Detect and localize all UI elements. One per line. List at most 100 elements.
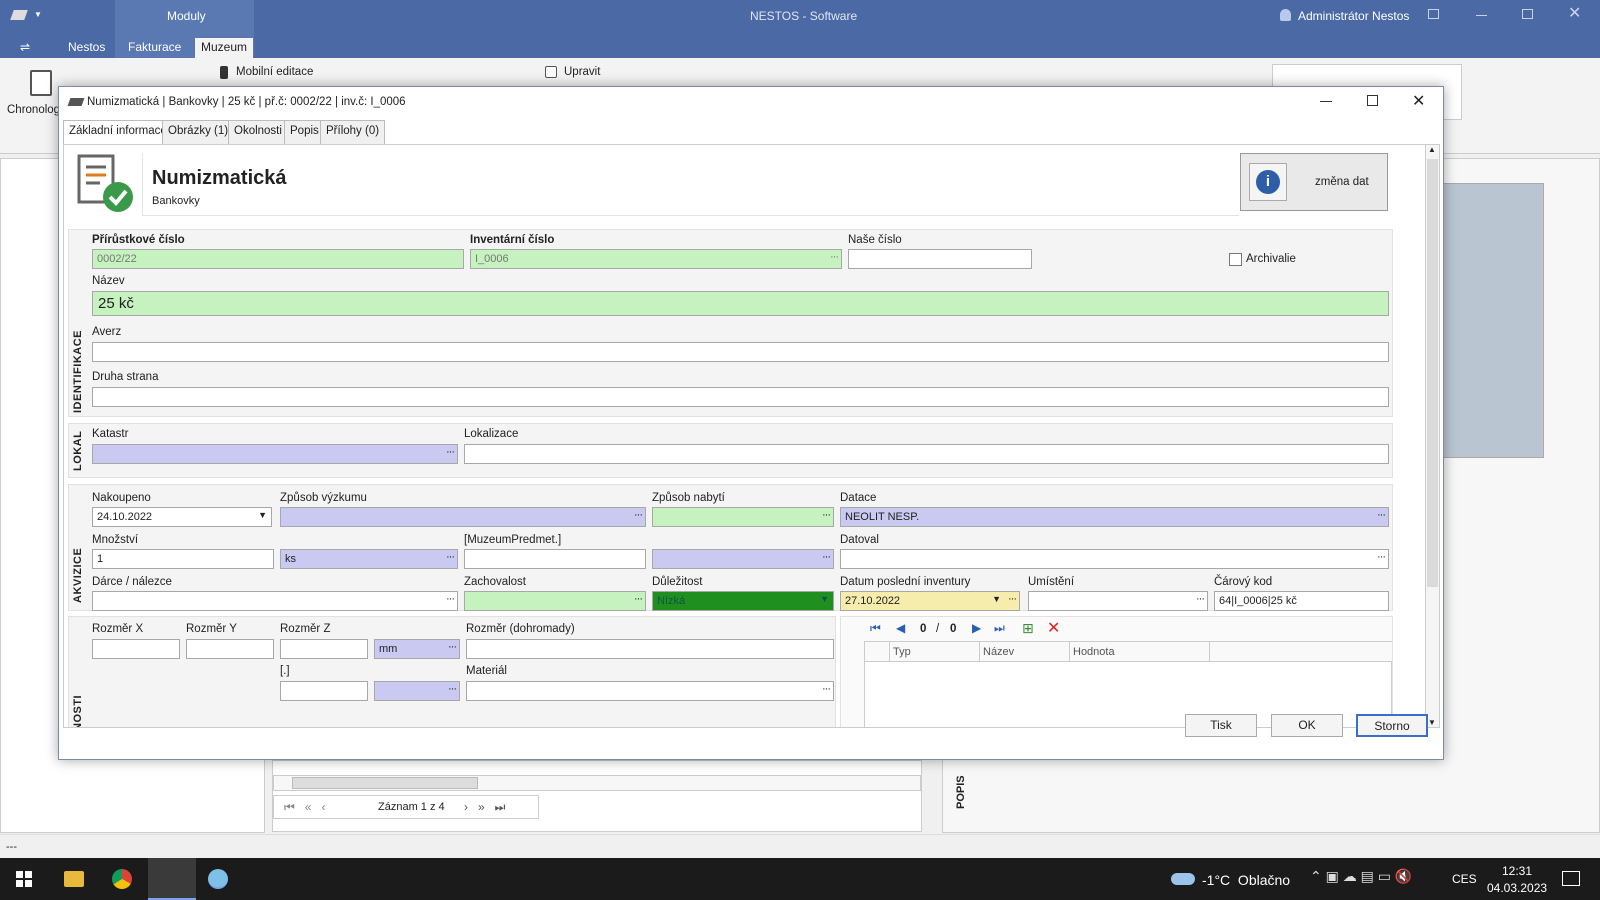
muzeum-predmet-lookup[interactable]: ···	[652, 549, 834, 569]
dulezitost-field[interactable]: Nízká ▼	[652, 591, 834, 611]
first-icon[interactable]: ⏮	[870, 621, 881, 636]
scroll-up-icon[interactable]: ▲	[1428, 145, 1436, 154]
storno-button[interactable]: Storno	[1356, 714, 1428, 737]
first-record-icon[interactable]: ⏮ « ‹	[284, 800, 325, 815]
ellipsis-icon[interactable]: ···	[446, 551, 455, 563]
ellipsis-icon[interactable]: ···	[1377, 551, 1386, 563]
image-preview[interactable]	[1442, 183, 1544, 458]
lokalizace-field[interactable]	[464, 444, 1389, 464]
dialog-minimize-button[interactable]	[1320, 101, 1332, 102]
language-indicator[interactable]: CES	[1452, 872, 1477, 886]
carovy-kod-field[interactable]: 64|I_0006|25 kč	[1214, 591, 1389, 611]
scrollbar-thumb[interactable]	[1427, 159, 1438, 587]
inventarni-field[interactable]: I_0006 ···	[470, 249, 842, 269]
tab-muzeum[interactable]: Muzeum	[195, 38, 254, 58]
zachovalost-field[interactable]: ···	[464, 591, 646, 611]
dropdown-arrow-icon[interactable]: ▼	[992, 594, 1001, 604]
ellipsis-icon[interactable]: ···	[822, 509, 831, 521]
restore-icon[interactable]	[1428, 9, 1439, 19]
close-button[interactable]: ✕	[1568, 3, 1581, 23]
zpusob-nabyti-field[interactable]: ···	[652, 507, 834, 527]
ellipsis-icon[interactable]: ···	[448, 683, 457, 695]
katastr-field[interactable]: ···	[92, 444, 458, 464]
ellipsis-icon[interactable]: ···	[448, 641, 457, 653]
dropdown-arrow-icon[interactable]: ▼	[820, 594, 829, 604]
minimize-button[interactable]	[1476, 15, 1487, 16]
user-name[interactable]: Administrátor Nestos	[1298, 9, 1409, 23]
chronolog-icon[interactable]	[30, 70, 52, 96]
upravit-button[interactable]: Upravit	[564, 66, 600, 78]
rozmer-z-field[interactable]	[280, 639, 368, 659]
tisk-button[interactable]: Tisk	[1185, 714, 1257, 737]
prirustkove-field[interactable]: 0002/22	[92, 249, 464, 269]
jednotka-field[interactable]: ks ···	[280, 549, 458, 569]
ellipsis-icon[interactable]: ···	[1196, 593, 1205, 605]
record-list[interactable]: ⏮ « ‹ Záznam 1 z 4 › » ⏭	[272, 760, 922, 832]
scroll-down-icon[interactable]: ▼	[1428, 718, 1436, 727]
delete-row-icon[interactable]: ✕	[1047, 618, 1060, 638]
ellipsis-icon[interactable]: ···	[446, 593, 455, 605]
rozmer-jednotka-field[interactable]: mm ···	[374, 639, 460, 659]
averz-field[interactable]	[92, 342, 1389, 362]
chronolog-label[interactable]: Chronolog	[7, 104, 60, 116]
chevron-down-icon[interactable]: ▼	[34, 10, 42, 19]
last-record-icon[interactable]: › » ⏭	[464, 800, 505, 815]
col-nazev[interactable]: Název	[983, 646, 1014, 658]
prev-icon[interactable]: ◀	[896, 621, 905, 635]
tray-icons[interactable]: ⌃ ▣ ☁ ▤ ▭ 🔇	[1310, 868, 1412, 885]
ellipsis-icon[interactable]: ···	[1377, 509, 1386, 521]
dropdown-arrow-icon[interactable]: ▼	[258, 510, 267, 520]
nestos-taskbar-icon[interactable]	[148, 858, 196, 900]
extra-jednotka-field[interactable]: ···	[374, 681, 460, 701]
nazev-field[interactable]: 25 kč	[92, 291, 1389, 316]
clock-time[interactable]: 12:31	[1502, 864, 1532, 878]
darce-field[interactable]: ···	[92, 591, 458, 611]
ellipsis-icon[interactable]: ···	[634, 593, 643, 605]
ellipsis-icon[interactable]: ···	[1008, 593, 1017, 605]
tab-prilohy[interactable]: Přílohy (0)	[320, 120, 386, 144]
last-icon[interactable]: ⏭	[994, 621, 1005, 636]
rozmer-y-field[interactable]	[186, 639, 274, 659]
tab-zakladni-informace[interactable]: Základní informace	[63, 120, 173, 145]
maximize-button[interactable]	[1522, 9, 1533, 19]
rozmer-x-field[interactable]	[92, 639, 180, 659]
datoval-field[interactable]: ···	[840, 549, 1389, 569]
tab-popis[interactable]: Popis	[284, 120, 325, 144]
app-menu-icon[interactable]: ⇌	[14, 38, 36, 58]
tab-okolnosti[interactable]: Okolnosti	[228, 120, 288, 144]
druha-strana-field[interactable]	[92, 387, 1389, 407]
muzeum-predmet-field[interactable]	[464, 549, 646, 569]
mobilni-editace-button[interactable]: Mobilní editace	[236, 66, 313, 78]
material-field[interactable]: ···	[466, 681, 834, 701]
ellipsis-icon[interactable]: ···	[830, 251, 839, 263]
windows-start-icon[interactable]	[16, 871, 32, 887]
col-hodnota[interactable]: Hodnota	[1073, 646, 1115, 658]
horizontal-scrollbar[interactable]	[273, 775, 921, 791]
tab-obrazky[interactable]: Obrázky (1)	[162, 120, 235, 144]
ok-button[interactable]: OK	[1271, 714, 1343, 737]
tab-nestos[interactable]: Nestos	[62, 38, 111, 58]
archivalie-checkbox[interactable]	[1229, 253, 1242, 266]
chrome-icon[interactable]	[112, 869, 132, 889]
zpusob-vyzkumu-field[interactable]: ···	[280, 507, 646, 527]
dialog-maximize-button[interactable]	[1367, 95, 1378, 106]
ellipsis-icon[interactable]: ···	[446, 446, 455, 458]
clock-date[interactable]: 04.03.2023	[1487, 881, 1547, 895]
file-explorer-icon[interactable]	[64, 871, 84, 887]
nase-cislo-field[interactable]	[848, 249, 1032, 269]
add-row-icon[interactable]: ⊞	[1022, 620, 1034, 637]
ellipsis-icon[interactable]: ···	[634, 509, 643, 521]
zmena-dat-button[interactable]: i změna dat	[1240, 153, 1388, 211]
weather-text[interactable]: -1°C Oblačno	[1202, 872, 1290, 888]
datum-inventury-field[interactable]: 27.10.2022 ▼ ···	[840, 591, 1020, 611]
nakoupeno-field[interactable]: 24.10.2022 ▼	[92, 507, 272, 527]
dialog-close-button[interactable]: ✕	[1412, 91, 1425, 111]
notification-icon[interactable]	[1562, 871, 1580, 886]
umisteni-field[interactable]: ···	[1028, 591, 1208, 611]
app-logo-icon[interactable]	[10, 10, 28, 20]
mnozstvi-field[interactable]: 1	[92, 549, 274, 569]
datace-field[interactable]: NEOLIT NESP. ···	[840, 507, 1389, 527]
ellipsis-icon[interactable]: ···	[822, 683, 831, 695]
paint-taskbar-icon[interactable]	[208, 869, 228, 889]
next-icon[interactable]: ▶	[972, 621, 981, 635]
